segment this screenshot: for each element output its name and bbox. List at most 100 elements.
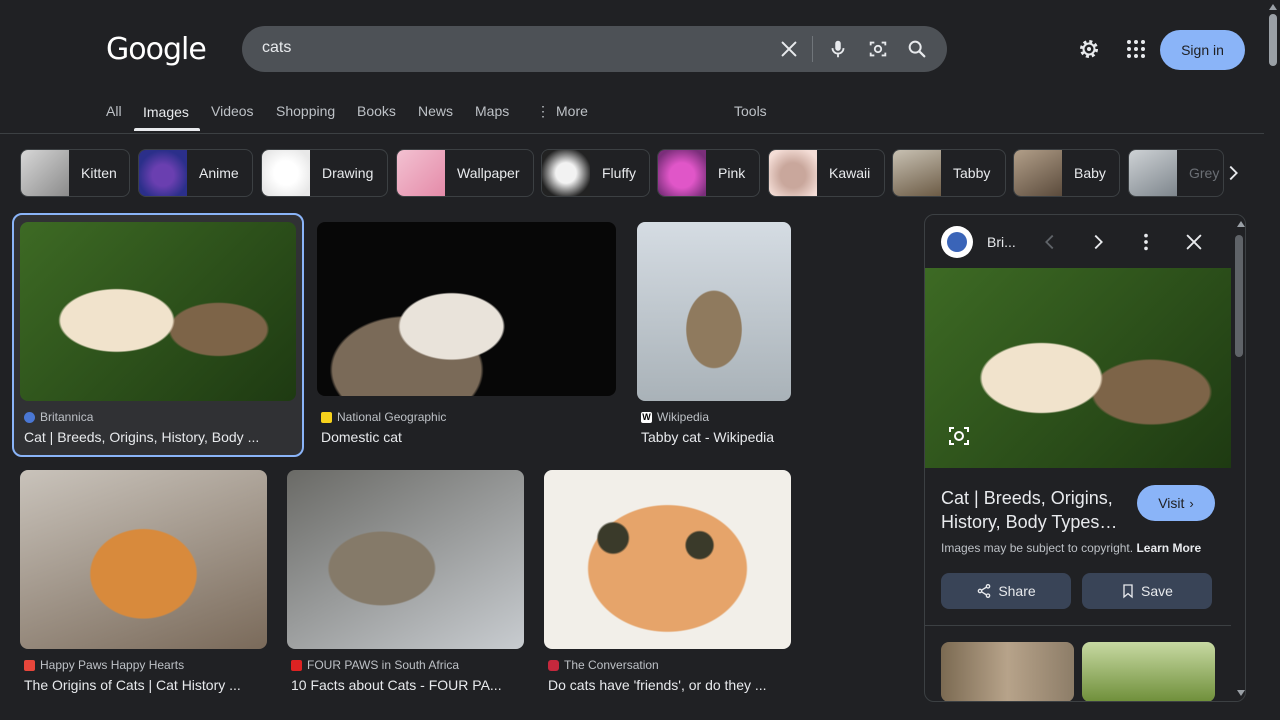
source-name: The Conversation <box>564 658 659 672</box>
tab-news[interactable]: News <box>418 103 453 119</box>
chip-baby[interactable]: Baby <box>1013 149 1120 197</box>
learn-more-link[interactable]: Learn More <box>1136 541 1201 555</box>
chevron-right-icon[interactable] <box>1222 162 1244 184</box>
result-title[interactable]: Domestic cat <box>321 429 611 445</box>
tab-videos[interactable]: Videos <box>211 103 254 119</box>
lens-camera-icon[interactable] <box>867 38 889 60</box>
tab-shopping[interactable]: Shopping <box>276 103 335 119</box>
image-result-national-geographic[interactable]: National Geographic Domestic cat <box>317 222 616 450</box>
header-divider <box>0 133 1264 134</box>
apps-grid-icon[interactable] <box>1124 37 1148 61</box>
the-conversation-favicon <box>548 659 559 671</box>
chevron-right-icon: › <box>1189 495 1194 511</box>
google-logo[interactable]: Google <box>106 32 207 67</box>
tab-books[interactable]: Books <box>357 103 396 119</box>
britannica-emblem <box>947 232 967 252</box>
chip-pink[interactable]: Pink <box>657 149 760 197</box>
chip-wallpaper[interactable]: Wallpaper <box>396 149 534 197</box>
related-image-1[interactable] <box>941 642 1074 701</box>
national-geographic-favicon <box>321 411 332 423</box>
result-title[interactable]: Tabby cat - Wikipedia <box>641 429 791 445</box>
more-vert-icon: ⋮ <box>536 103 550 119</box>
result-source: FOUR PAWS in South Africa <box>291 658 459 672</box>
search-bar[interactable]: cats <box>242 26 947 72</box>
britannica-favicon <box>24 411 35 423</box>
result-title[interactable]: Cat | Breeds, Origins, History, Body ... <box>24 429 292 445</box>
scroll-up-arrow-icon[interactable] <box>1237 221 1245 227</box>
tab-more[interactable]: ⋮ More <box>536 103 588 120</box>
search-icon[interactable] <box>906 38 928 60</box>
search-divider <box>812 36 813 62</box>
scroll-down-arrow-icon[interactable] <box>1237 690 1245 696</box>
chip-thumbnail <box>397 150 445 196</box>
result-title[interactable]: The Origins of Cats | Cat History ... <box>24 677 267 693</box>
chip-kitten[interactable]: Kitten <box>20 149 130 197</box>
panel-scrollbar[interactable] <box>1231 215 1245 701</box>
settings-gear-icon[interactable] <box>1077 37 1101 61</box>
visit-button[interactable]: Visit › <box>1137 485 1215 521</box>
related-image-2[interactable] <box>1082 642 1215 701</box>
tools-button[interactable]: Tools <box>734 103 767 119</box>
result-image <box>20 470 267 649</box>
image-result-wikipedia[interactable]: W Wikipedia Tabby cat - Wikipedia <box>637 222 791 450</box>
share-label: Share <box>998 583 1036 599</box>
chip-thumbnail <box>139 150 187 196</box>
chip-thumbnail <box>542 150 590 196</box>
tab-maps[interactable]: Maps <box>475 103 509 119</box>
result-title[interactable]: Do cats have 'friends', or do they ... <box>548 677 791 693</box>
chip-kawaii[interactable]: Kawaii <box>768 149 885 197</box>
close-icon[interactable] <box>1183 231 1205 253</box>
chip-anime[interactable]: Anime <box>138 149 253 197</box>
save-button[interactable]: Save <box>1082 573 1212 609</box>
chip-thumbnail <box>658 150 706 196</box>
tab-more-label: More <box>556 103 588 119</box>
image-result-britannica[interactable]: Britannica Cat | Breeds, Origins, Histor… <box>20 222 296 450</box>
result-image <box>287 470 524 649</box>
chip-fluffy[interactable]: Fluffy <box>541 149 650 197</box>
page-scroll-thumb[interactable] <box>1269 14 1277 66</box>
chip-tabby[interactable]: Tabby <box>892 149 1006 197</box>
image-result-four-paws[interactable]: FOUR PAWS in South Africa 10 Facts about… <box>287 470 524 698</box>
lens-search-icon[interactable] <box>947 424 971 448</box>
previous-arrow-icon[interactable] <box>1039 231 1061 253</box>
image-preview-panel: Bri... Cat | Breeds, Origins, History, B… <box>924 214 1246 702</box>
britannica-logo[interactable] <box>941 226 973 258</box>
source-name: National Geographic <box>337 410 447 424</box>
chip-grey[interactable]: Grey <box>1128 149 1224 197</box>
chip-thumbnail <box>21 150 69 196</box>
next-arrow-icon[interactable] <box>1087 231 1109 253</box>
result-source: Happy Paws Happy Hearts <box>24 658 184 672</box>
result-source: National Geographic <box>321 410 446 424</box>
page-scroll-up-icon[interactable] <box>1269 4 1277 10</box>
page-scrollbar[interactable] <box>1266 0 1280 720</box>
copyright-notice: Images may be subject to copyright. Lear… <box>941 541 1201 555</box>
panel-divider <box>925 625 1245 626</box>
search-input[interactable]: cats <box>262 39 291 57</box>
chip-label: Kawaii <box>829 165 871 181</box>
share-button[interactable]: Share <box>941 573 1071 609</box>
google-images-page: { "header": { "logo_text": "Google", "se… <box>0 0 1280 720</box>
panel-site-name[interactable]: Bri... <box>987 234 1016 250</box>
chip-drawing[interactable]: Drawing <box>261 149 388 197</box>
clear-icon[interactable] <box>778 38 800 60</box>
source-name: Wikipedia <box>657 410 710 424</box>
copyright-text: Images may be subject to copyright. <box>941 541 1134 555</box>
chip-label: Pink <box>718 165 746 181</box>
panel-title[interactable]: Cat | Breeds, Origins, History, Body Typ… <box>941 486 1126 534</box>
tab-all[interactable]: All <box>106 103 122 119</box>
microphone-icon[interactable] <box>827 38 849 60</box>
image-result-the-conversation[interactable]: The Conversation Do cats have 'friends',… <box>544 470 791 698</box>
sign-in-button[interactable]: Sign in <box>1160 30 1245 70</box>
save-label: Save <box>1141 583 1173 599</box>
visit-label: Visit <box>1158 495 1185 511</box>
more-options-icon[interactable] <box>1135 231 1157 253</box>
result-image <box>317 222 616 396</box>
result-image <box>544 470 791 649</box>
image-result-happy-paws[interactable]: Happy Paws Happy Hearts The Origins of C… <box>20 470 267 698</box>
chip-label: Fluffy <box>602 165 636 181</box>
tab-images[interactable]: Images <box>143 104 189 120</box>
panel-scroll-thumb[interactable] <box>1235 235 1243 357</box>
active-tab-indicator <box>134 128 200 131</box>
chip-thumbnail <box>1129 150 1177 196</box>
result-title[interactable]: 10 Facts about Cats - FOUR PA... <box>291 677 524 693</box>
